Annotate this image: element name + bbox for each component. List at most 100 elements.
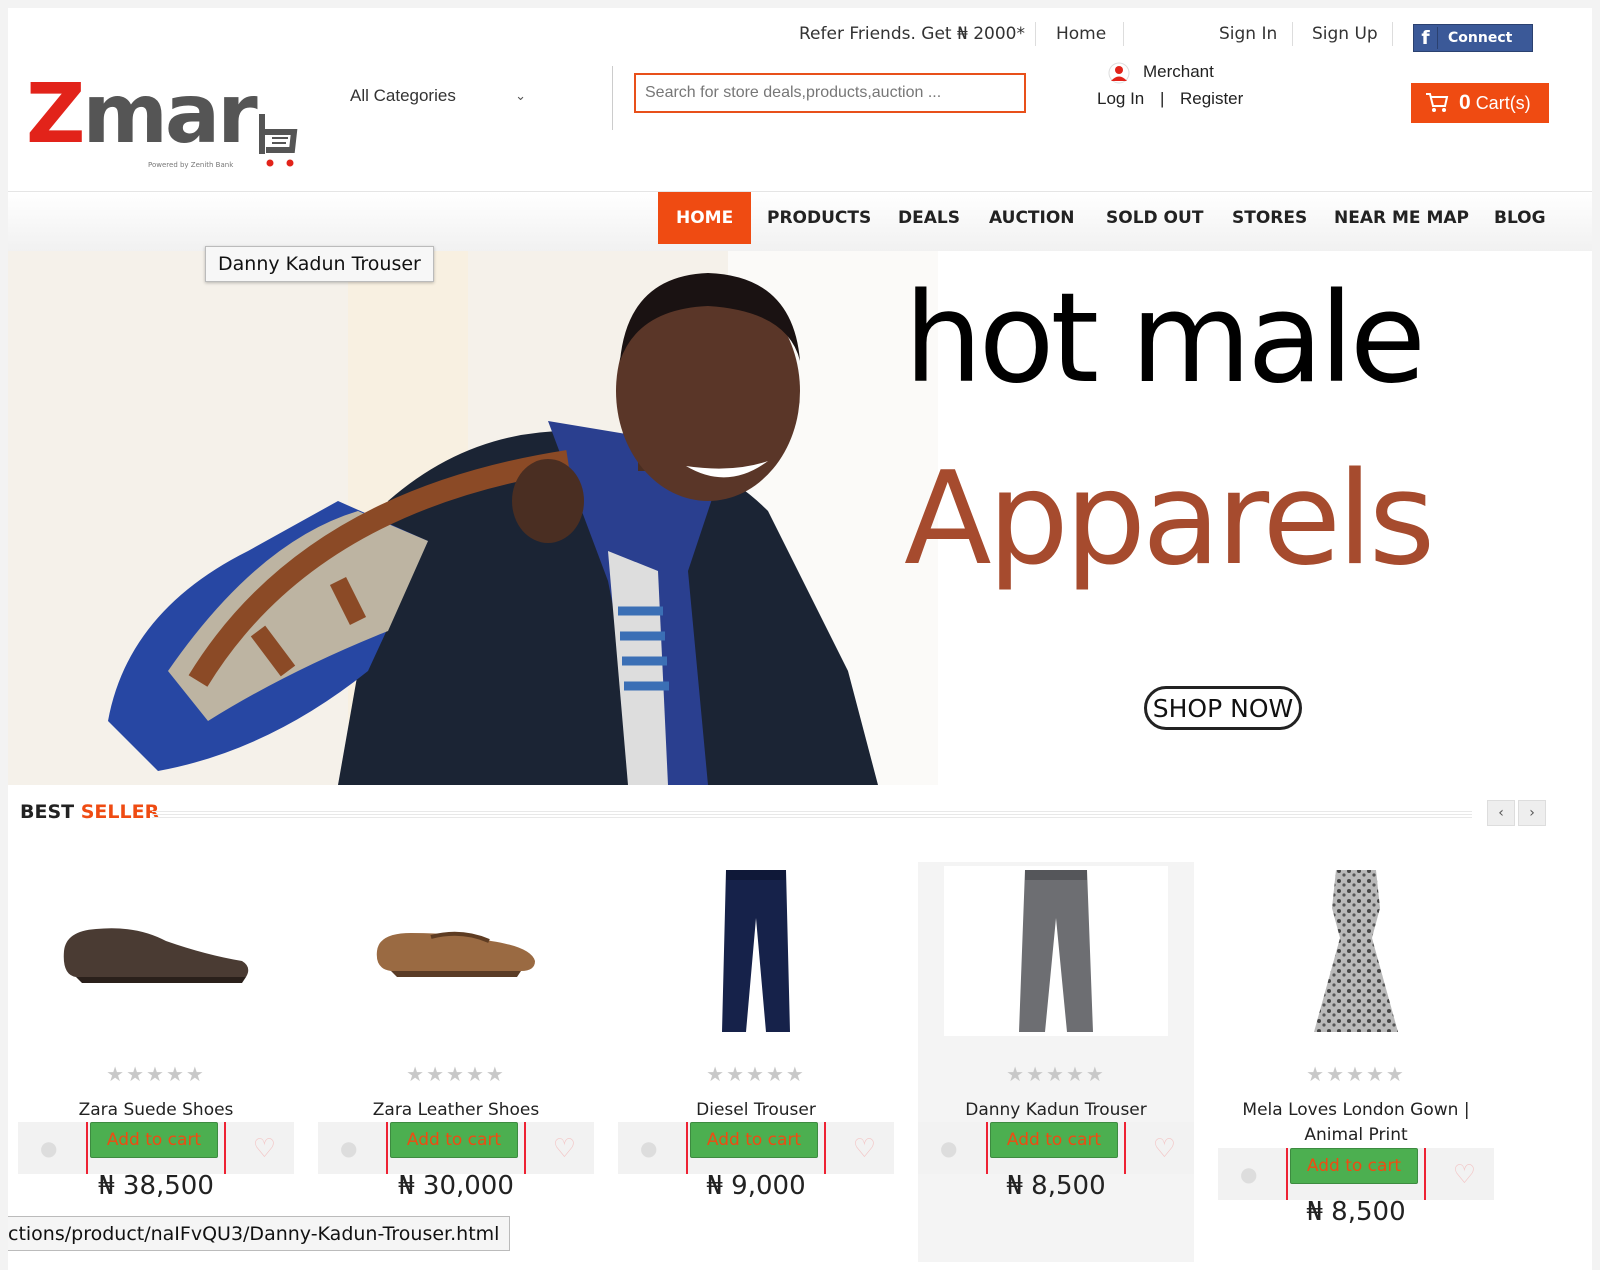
rating-stars: ★★★★★ (406, 1062, 506, 1086)
user-avatar-icon (1108, 62, 1130, 84)
best-seller-header: BEST SELLER ‹ › (20, 798, 1580, 828)
hero-subheadline: Apparels (904, 445, 1435, 594)
wishlist-heart-icon[interactable]: ♡ (1153, 1134, 1176, 1164)
sign-up-link[interactable]: Sign Up (1312, 24, 1378, 44)
product-price: ₦ 30,000 (398, 1171, 514, 1201)
product-name[interactable]: Danny Kadun Trouser (926, 1098, 1186, 1123)
merchant-link[interactable]: Merchant (1143, 62, 1214, 82)
logo-letters: mar (82, 67, 257, 162)
toplink-divider (1292, 22, 1293, 46)
product-card[interactable]: ★★★★★ Danny Kadun Trouser ● Add to cart … (918, 862, 1194, 1262)
rating-stars: ★★★★★ (1006, 1062, 1106, 1086)
toplink-divider (1392, 22, 1393, 46)
top-header: Zmar Powered by Zenith Bank All Categori… (8, 8, 1592, 198)
product-name[interactable]: Zara Leather Shoes (326, 1098, 586, 1123)
carousel-next-button[interactable]: › (1518, 800, 1546, 826)
product-image[interactable] (44, 866, 268, 1036)
shopping-cart-icon (1426, 93, 1449, 112)
add-to-cart-button[interactable]: Add to cart (1290, 1148, 1418, 1184)
product-actions: ● Add to cart ♡ (618, 1122, 894, 1174)
quick-view-icon[interactable]: ● (1240, 1162, 1257, 1186)
logo-letter-z: Z (26, 67, 85, 162)
nav-deals[interactable]: DEALS (880, 192, 978, 244)
facebook-connect-button[interactable]: f Connect (1413, 24, 1533, 52)
toplink-divider (1123, 22, 1124, 46)
product-image[interactable] (1244, 866, 1468, 1036)
product-image[interactable] (644, 866, 868, 1036)
facebook-connect-label: Connect (1448, 30, 1513, 46)
grey-trouser-image (1019, 870, 1093, 1032)
quick-view-icon[interactable]: ● (340, 1136, 357, 1160)
nav-home[interactable]: HOME (658, 192, 752, 244)
cart-count: 0 (1459, 91, 1471, 114)
home-link[interactable]: Home (1056, 24, 1106, 44)
shop-now-button[interactable]: SHOP NOW (1144, 686, 1302, 730)
category-select-value: All Categories (350, 86, 456, 105)
nav-stores[interactable]: STORES (1214, 192, 1325, 244)
carousel-prev-button[interactable]: ‹ (1487, 800, 1515, 826)
add-to-cart-button[interactable]: Add to cart (90, 1122, 218, 1158)
main-nav: HOME PRODUCTS DEALS AUCTION SOLD OUT STO… (8, 191, 1592, 256)
hero-banner[interactable]: hot male Apparels SHOP NOW (8, 251, 1592, 785)
product-price: ₦ 8,500 (1006, 1171, 1106, 1201)
zmart-logo[interactable]: Zmar Powered by Zenith Bank (26, 74, 298, 172)
section-title: BEST SELLER (20, 801, 159, 823)
rating-stars: ★★★★★ (706, 1062, 806, 1086)
hero-headline: hot male (904, 267, 1426, 411)
nav-sold-out[interactable]: SOLD OUT (1088, 192, 1221, 244)
animal-print-gown-image (1314, 870, 1398, 1032)
quick-view-icon[interactable]: ● (40, 1136, 57, 1160)
section-title-b: SELLER (80, 801, 160, 823)
status-bar-url: ctions/product/naIFvQU3/Danny-Kadun-Trou… (8, 1216, 511, 1251)
refer-friends-link[interactable]: Refer Friends. Get ₦ 2000* (799, 24, 1025, 44)
cart-button[interactable]: 0 Cart(s) (1411, 83, 1549, 123)
product-image[interactable] (344, 866, 568, 1036)
product-price: ₦ 8,500 (1306, 1197, 1406, 1227)
product-price: ₦ 9,000 (706, 1171, 806, 1201)
quick-view-icon[interactable]: ● (640, 1136, 657, 1160)
suede-shoe-image (63, 928, 249, 983)
product-name[interactable]: Zara Suede Shoes (26, 1098, 286, 1123)
logo-tagline: Powered by Zenith Bank (148, 161, 234, 169)
leather-loafer-image (376, 931, 535, 977)
nav-near-me-map[interactable]: NEAR ME MAP (1316, 192, 1487, 244)
nav-products[interactable]: PRODUCTS (749, 192, 889, 244)
rating-stars: ★★★★★ (1306, 1062, 1406, 1086)
section-title-a: BEST (20, 801, 81, 823)
add-to-cart-button[interactable]: Add to cart (990, 1122, 1118, 1158)
quick-view-icon[interactable]: ● (940, 1136, 957, 1160)
category-select[interactable]: All Categories ⌄ (350, 86, 530, 112)
sign-in-link[interactable]: Sign In (1219, 24, 1277, 44)
logo-cart-icon (259, 114, 298, 167)
log-in-link[interactable]: Log In (1097, 89, 1144, 109)
rating-stars: ★★★★★ (106, 1062, 206, 1086)
section-rule (152, 810, 1472, 818)
add-to-cart-button[interactable]: Add to cart (390, 1122, 518, 1158)
nav-blog[interactable]: BLOG (1476, 192, 1564, 244)
wishlist-heart-icon[interactable]: ♡ (1453, 1160, 1476, 1190)
product-name[interactable]: Mela Loves London Gown | Animal Print (1226, 1098, 1486, 1148)
product-actions: ● Add to cart ♡ (318, 1122, 594, 1174)
add-to-cart-button[interactable]: Add to cart (690, 1122, 818, 1158)
hero-model-image (8, 251, 938, 785)
product-name[interactable]: Diesel Trouser (626, 1098, 886, 1123)
register-link[interactable]: Register (1180, 89, 1243, 109)
toplink-divider (1035, 22, 1036, 46)
wishlist-heart-icon[interactable]: ♡ (553, 1134, 576, 1164)
wishlist-heart-icon[interactable]: ♡ (853, 1134, 876, 1164)
nav-auction[interactable]: AUCTION (971, 192, 1093, 244)
product-card[interactable]: ★★★★★ Zara Suede Shoes ● Add to cart ♡ ₦… (18, 862, 294, 1262)
wishlist-heart-icon[interactable]: ♡ (253, 1134, 276, 1164)
search-box (634, 73, 1026, 113)
search-input[interactable] (636, 75, 1024, 111)
chevron-down-icon: ⌄ (515, 88, 526, 103)
product-card[interactable]: ★★★★★ Mela Loves London Gown | Animal Pr… (1218, 862, 1494, 1262)
auth-separator: | (1160, 89, 1165, 108)
product-actions: ● Add to cart ♡ (918, 1122, 1194, 1174)
merchant-panel: Merchant Log In | Register (1097, 62, 1308, 112)
product-card[interactable]: ★★★★★ Diesel Trouser ● Add to cart ♡ ₦ 9… (618, 862, 894, 1262)
product-price: ₦ 38,500 (98, 1171, 214, 1201)
cart-label: Cart(s) (1475, 92, 1531, 113)
product-image[interactable] (944, 866, 1168, 1036)
product-card[interactable]: ★★★★★ Zara Leather Shoes ● Add to cart ♡… (318, 862, 594, 1262)
